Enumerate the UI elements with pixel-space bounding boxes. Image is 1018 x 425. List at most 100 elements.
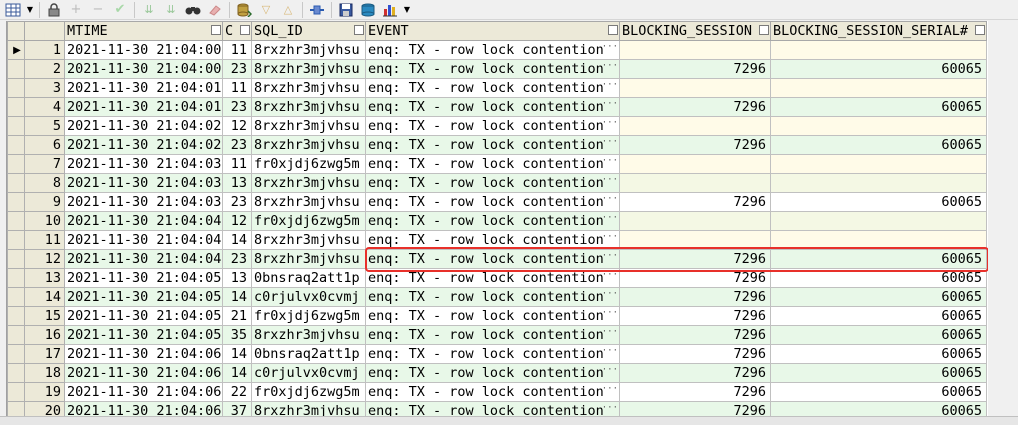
cell-blocking-session[interactable] [619, 40, 771, 60]
database-import-icon[interactable] [233, 1, 255, 19]
column-menu-icon[interactable] [759, 25, 769, 35]
cell-mtime[interactable]: 2021-11-30 21:04:06 [64, 363, 223, 383]
row-indicator[interactable] [7, 230, 25, 250]
remove-icon[interactable]: − [87, 1, 109, 19]
add-icon[interactable]: + [65, 1, 87, 19]
cell-blocking-session[interactable]: 7296 [619, 401, 771, 416]
row-indicator[interactable] [7, 173, 25, 193]
cell-mtime[interactable]: 2021-11-30 21:04:04 [64, 230, 223, 250]
cell-mtime[interactable]: 2021-11-30 21:04:05 [64, 268, 223, 288]
column-header-blocking-session[interactable]: BLOCKING_SESSION [619, 21, 771, 41]
row-number[interactable]: 12 [24, 249, 65, 269]
cell-sql-id[interactable]: fr0xjdj6zwg5m [251, 306, 366, 326]
cell-mtime[interactable]: 2021-11-30 21:04:03 [64, 154, 223, 174]
cell-sql-id[interactable]: c0rjulvx0cvmj [251, 363, 366, 383]
cell-event[interactable]: enq: TX - row lock contention ··· [365, 230, 620, 250]
cell-sql-id[interactable]: 8rxzhr3mjvhsu [251, 78, 366, 98]
table-row[interactable]: ▶ 1 2021-11-30 21:04:00 11 8rxzhr3mjvhsu enq:… [7, 40, 987, 60]
ellipsis-button[interactable]: ··· [602, 100, 618, 109]
cell-c[interactable]: 11 [222, 78, 252, 98]
table-row[interactable]: 12 2021-11-30 21:04:04 23 8rxzhr3mjvhsu enq:… [7, 249, 987, 269]
cell-c[interactable]: 12 [222, 211, 252, 231]
table-row[interactable]: 11 2021-11-30 21:04:04 14 8rxzhr3mjvhsu enq:… [7, 230, 987, 250]
row-indicator[interactable] [7, 135, 25, 155]
cell-sql-id[interactable]: 8rxzhr3mjvhsu [251, 40, 366, 60]
cell-mtime[interactable]: 2021-11-30 21:04:05 [64, 306, 223, 326]
cell-blocking-session[interactable]: 7296 [619, 287, 771, 307]
cell-event[interactable]: enq: TX - row lock contention ··· [365, 40, 620, 60]
cell-c[interactable]: 23 [222, 192, 252, 212]
cell-sql-id[interactable]: 8rxzhr3mjvhsu [251, 230, 366, 250]
cell-sql-id[interactable]: fr0xjdj6zwg5m [251, 211, 366, 231]
cell-sql-id[interactable]: 8rxzhr3mjvhsu [251, 249, 366, 269]
ellipsis-button[interactable]: ··· [602, 290, 618, 299]
cell-blocking-session-serial[interactable]: 60065 [770, 192, 987, 212]
cell-blocking-session[interactable] [619, 211, 771, 231]
ellipsis-button[interactable]: ··· [602, 328, 618, 337]
column-header-blocking-session-serial[interactable]: BLOCKING_SESSION_SERIAL# [770, 21, 987, 41]
column-header-event[interactable]: EVENT [365, 21, 620, 41]
check-icon[interactable]: ✔ [109, 1, 131, 19]
ellipsis-button[interactable]: ··· [602, 157, 618, 166]
cell-mtime[interactable]: 2021-11-30 21:04:04 [64, 249, 223, 269]
table-row[interactable]: 10 2021-11-30 21:04:04 12 fr0xjdj6zwg5m enq:… [7, 211, 987, 231]
row-indicator[interactable] [7, 249, 25, 269]
table-row[interactable]: 3 2021-11-30 21:04:01 11 8rxzhr3mjvhsu enq: … [7, 78, 987, 98]
cell-blocking-session[interactable]: 7296 [619, 59, 771, 79]
table-row[interactable]: 2 2021-11-30 21:04:00 23 8rxzhr3mjvhsu enq: … [7, 59, 987, 79]
chart-dropdown-icon[interactable]: ▼ [401, 1, 413, 19]
cell-blocking-session-serial[interactable]: 60065 [770, 363, 987, 383]
cell-blocking-session-serial[interactable]: 60065 [770, 97, 987, 117]
row-indicator[interactable] [7, 211, 25, 231]
cell-event[interactable]: enq: TX - row lock contention ··· [365, 211, 620, 231]
cell-blocking-session[interactable] [619, 173, 771, 193]
cell-event[interactable]: enq: TX - row lock contention ··· [365, 154, 620, 174]
cell-c[interactable]: 23 [222, 59, 252, 79]
cell-event[interactable]: enq: TX - row lock contention ··· [365, 192, 620, 212]
row-indicator[interactable] [7, 116, 25, 136]
connect-icon[interactable] [306, 1, 328, 19]
column-menu-icon[interactable] [211, 25, 221, 35]
cell-mtime[interactable]: 2021-11-30 21:04:01 [64, 78, 223, 98]
table-row[interactable]: 7 2021-11-30 21:04:03 11 fr0xjdj6zwg5m enq: … [7, 154, 987, 174]
cell-c[interactable]: 14 [222, 344, 252, 364]
row-indicator[interactable] [7, 268, 25, 288]
row-indicator[interactable] [7, 344, 25, 364]
row-number[interactable]: 13 [24, 268, 65, 288]
ellipsis-button[interactable]: ··· [602, 138, 618, 147]
row-number[interactable]: 18 [24, 363, 65, 383]
ellipsis-button[interactable]: ··· [602, 385, 618, 394]
cell-blocking-session[interactable] [619, 78, 771, 98]
cell-blocking-session-serial[interactable] [770, 40, 987, 60]
table-row[interactable]: 14 2021-11-30 21:04:05 14 c0rjulvx0cvmj enq:… [7, 287, 987, 307]
cell-c[interactable]: 37 [222, 401, 252, 416]
cell-c[interactable]: 11 [222, 40, 252, 60]
row-number[interactable]: 7 [24, 154, 65, 174]
ellipsis-button[interactable]: ··· [602, 404, 618, 413]
eraser-icon[interactable] [204, 1, 226, 19]
ellipsis-button[interactable]: ··· [602, 271, 618, 280]
table-row[interactable]: 15 2021-11-30 21:04:05 21 fr0xjdj6zwg5m enq:… [7, 306, 987, 326]
row-number[interactable]: 17 [24, 344, 65, 364]
cell-blocking-session-serial[interactable]: 60065 [770, 59, 987, 79]
cell-sql-id[interactable]: c0rjulvx0cvmj [251, 287, 366, 307]
row-number[interactable]: 1 [24, 40, 65, 60]
cell-sql-id[interactable]: 8rxzhr3mjvhsu [251, 192, 366, 212]
table-row[interactable]: 16 2021-11-30 21:04:05 35 8rxzhr3mjvhsu enq:… [7, 325, 987, 345]
column-menu-icon[interactable] [354, 25, 364, 35]
cell-mtime[interactable]: 2021-11-30 21:04:05 [64, 325, 223, 345]
row-indicator[interactable] [7, 382, 25, 402]
ellipsis-button[interactable]: ··· [602, 252, 618, 261]
results-grid[interactable]: MTIME C SQL_ID EVENT BLOCKING_SESSION BL… [6, 21, 989, 416]
table-row[interactable]: 19 2021-11-30 21:04:06 22 fr0xjdj6zwg5m enq:… [7, 382, 987, 402]
table-row[interactable]: 4 2021-11-30 21:04:01 23 8rxzhr3mjvhsu enq: … [7, 97, 987, 117]
row-indicator[interactable] [7, 78, 25, 98]
ellipsis-button[interactable]: ··· [602, 347, 618, 356]
row-number[interactable]: 4 [24, 97, 65, 117]
row-number[interactable]: 6 [24, 135, 65, 155]
row-number[interactable]: 16 [24, 325, 65, 345]
cell-sql-id[interactable]: 8rxzhr3mjvhsu [251, 97, 366, 117]
cell-blocking-session-serial[interactable] [770, 116, 987, 136]
double-down-2-icon[interactable]: ⇊ [160, 1, 182, 19]
cell-sql-id[interactable]: 8rxzhr3mjvhsu [251, 173, 366, 193]
